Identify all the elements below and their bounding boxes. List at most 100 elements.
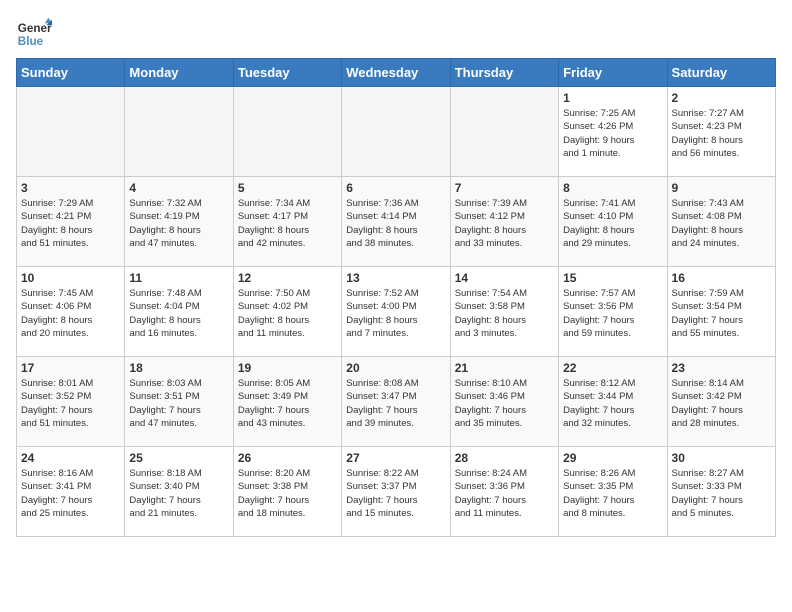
day-info: Sunrise: 8:03 AM Sunset: 3:51 PM Dayligh… [129,377,228,430]
calendar-cell: 7Sunrise: 7:39 AM Sunset: 4:12 PM Daylig… [450,177,558,267]
calendar-cell [17,87,125,177]
logo: General Blue [16,16,52,52]
calendar-cell: 11 Sunrise: 7:48 AM Sunset: 4:04 PM Dayli… [125,267,233,357]
day-info: Sunrise: 8:22 AM Sunset: 3:37 PM Dayligh… [346,467,445,520]
calendar-cell: 25Sunrise: 8:18 AM Sunset: 3:40 PM Dayli… [125,447,233,537]
day-header-saturday: Saturday [667,59,775,87]
day-number: 10 [21,271,120,285]
day-number: 16 [672,271,771,285]
day-info: Sunrise: 7:57 AM Sunset: 3:56 PM Dayligh… [563,287,662,340]
calendar-cell: 15 Sunrise: 7:57 AM Sunset: 3:56 PM Dayli… [559,267,667,357]
calendar-cell: 24Sunrise: 8:16 AM Sunset: 3:41 PM Dayli… [17,447,125,537]
day-number: 21 [455,361,554,375]
day-number: 13 [346,271,445,285]
day-info: Sunrise: 7:50 AM Sunset: 4:02 PM Dayligh… [238,287,337,340]
day-header-friday: Friday [559,59,667,87]
calendar-cell: 2 Sunrise: 7:27 AM Sunset: 4:23 PM Daylig… [667,87,775,177]
day-info: Sunrise: 7:48 AM Sunset: 4:04 PM Dayligh… [129,287,228,340]
day-number: 26 [238,451,337,465]
calendar-cell: 3Sunrise: 7:29 AM Sunset: 4:21 PM Daylig… [17,177,125,267]
day-number: 2 [672,91,771,105]
day-info: Sunrise: 7:27 AM Sunset: 4:23 PM Dayligh… [672,107,771,160]
day-info: Sunrise: 8:10 AM Sunset: 3:46 PM Dayligh… [455,377,554,430]
day-number: 5 [238,181,337,195]
header: General Blue [16,16,776,52]
calendar-week-3: 10 Sunrise: 7:45 AM Sunset: 4:06 PM Dayli… [17,267,776,357]
calendar-cell: 12 Sunrise: 7:50 AM Sunset: 4:02 PM Dayli… [233,267,341,357]
day-info: Sunrise: 7:45 AM Sunset: 4:06 PM Dayligh… [21,287,120,340]
day-info: Sunrise: 8:08 AM Sunset: 3:47 PM Dayligh… [346,377,445,430]
svg-text:Blue: Blue [18,35,44,48]
day-number: 1 [563,91,662,105]
day-number: 20 [346,361,445,375]
day-info: Sunrise: 7:34 AM Sunset: 4:17 PM Dayligh… [238,197,337,250]
calendar-week-2: 3Sunrise: 7:29 AM Sunset: 4:21 PM Daylig… [17,177,776,267]
svg-text:General: General [18,22,52,35]
logo-icon: General Blue [16,16,52,52]
calendar-week-1: 1 Sunrise: 7:25 AM Sunset: 4:26 PM Daylig… [17,87,776,177]
calendar-cell: 20 Sunrise: 8:08 AM Sunset: 3:47 PM Dayli… [342,357,450,447]
day-number: 23 [672,361,771,375]
calendar-cell: 4 Sunrise: 7:32 AM Sunset: 4:19 PM Daylig… [125,177,233,267]
day-header-tuesday: Tuesday [233,59,341,87]
calendar-week-5: 24Sunrise: 8:16 AM Sunset: 3:41 PM Dayli… [17,447,776,537]
day-number: 30 [672,451,771,465]
calendar-cell: 13 Sunrise: 7:52 AM Sunset: 4:00 PM Dayli… [342,267,450,357]
day-info: Sunrise: 7:32 AM Sunset: 4:19 PM Dayligh… [129,197,228,250]
calendar-cell: 14 Sunrise: 7:54 AM Sunset: 3:58 PM Dayli… [450,267,558,357]
day-number: 18 [129,361,228,375]
calendar-cell [125,87,233,177]
day-info: Sunrise: 7:59 AM Sunset: 3:54 PM Dayligh… [672,287,771,340]
day-number: 4 [129,181,228,195]
calendar-cell [342,87,450,177]
day-number: 8 [563,181,662,195]
day-header-wednesday: Wednesday [342,59,450,87]
day-number: 27 [346,451,445,465]
day-info: Sunrise: 7:39 AM Sunset: 4:12 PM Dayligh… [455,197,554,250]
day-info: Sunrise: 8:05 AM Sunset: 3:49 PM Dayligh… [238,377,337,430]
day-number: 24 [21,451,120,465]
day-number: 9 [672,181,771,195]
calendar-cell: 9 Sunrise: 7:43 AM Sunset: 4:08 PM Daylig… [667,177,775,267]
calendar-cell: 16 Sunrise: 7:59 AM Sunset: 3:54 PM Dayli… [667,267,775,357]
day-info: Sunrise: 7:43 AM Sunset: 4:08 PM Dayligh… [672,197,771,250]
calendar-cell [450,87,558,177]
day-number: 14 [455,271,554,285]
calendar-cell: 22 Sunrise: 8:12 AM Sunset: 3:44 PM Dayli… [559,357,667,447]
calendar-cell: 21 Sunrise: 8:10 AM Sunset: 3:46 PM Dayli… [450,357,558,447]
day-info: Sunrise: 8:27 AM Sunset: 3:33 PM Dayligh… [672,467,771,520]
day-number: 15 [563,271,662,285]
day-info: Sunrise: 8:01 AM Sunset: 3:52 PM Dayligh… [21,377,120,430]
day-header-monday: Monday [125,59,233,87]
calendar-cell: 8 Sunrise: 7:41 AM Sunset: 4:10 PM Daylig… [559,177,667,267]
day-info: Sunrise: 7:52 AM Sunset: 4:00 PM Dayligh… [346,287,445,340]
day-info: Sunrise: 8:12 AM Sunset: 3:44 PM Dayligh… [563,377,662,430]
day-header-thursday: Thursday [450,59,558,87]
day-info: Sunrise: 8:18 AM Sunset: 3:40 PM Dayligh… [129,467,228,520]
day-number: 28 [455,451,554,465]
day-number: 6 [346,181,445,195]
day-info: Sunrise: 8:20 AM Sunset: 3:38 PM Dayligh… [238,467,337,520]
day-info: Sunrise: 8:24 AM Sunset: 3:36 PM Dayligh… [455,467,554,520]
calendar-cell: 19Sunrise: 8:05 AM Sunset: 3:49 PM Dayli… [233,357,341,447]
calendar-cell: 10 Sunrise: 7:45 AM Sunset: 4:06 PM Dayli… [17,267,125,357]
day-info: Sunrise: 7:41 AM Sunset: 4:10 PM Dayligh… [563,197,662,250]
day-number: 29 [563,451,662,465]
calendar-cell: 30 Sunrise: 8:27 AM Sunset: 3:33 PM Dayli… [667,447,775,537]
calendar-cell: 29Sunrise: 8:26 AM Sunset: 3:35 PM Dayli… [559,447,667,537]
calendar-cell: 23Sunrise: 8:14 AM Sunset: 3:42 PM Dayli… [667,357,775,447]
calendar-table: SundayMondayTuesdayWednesdayThursdayFrid… [16,58,776,537]
calendar-cell: 6Sunrise: 7:36 AM Sunset: 4:14 PM Daylig… [342,177,450,267]
day-number: 22 [563,361,662,375]
calendar-cell: 28 Sunrise: 8:24 AM Sunset: 3:36 PM Dayli… [450,447,558,537]
day-info: Sunrise: 7:29 AM Sunset: 4:21 PM Dayligh… [21,197,120,250]
calendar-cell: 1 Sunrise: 7:25 AM Sunset: 4:26 PM Daylig… [559,87,667,177]
day-info: Sunrise: 7:25 AM Sunset: 4:26 PM Dayligh… [563,107,662,160]
day-number: 12 [238,271,337,285]
calendar-header-row: SundayMondayTuesdayWednesdayThursdayFrid… [17,59,776,87]
calendar-cell: 5 Sunrise: 7:34 AM Sunset: 4:17 PM Daylig… [233,177,341,267]
day-number: 11 [129,271,228,285]
calendar-cell: 26 Sunrise: 8:20 AM Sunset: 3:38 PM Dayli… [233,447,341,537]
day-info: Sunrise: 7:54 AM Sunset: 3:58 PM Dayligh… [455,287,554,340]
calendar-cell [233,87,341,177]
